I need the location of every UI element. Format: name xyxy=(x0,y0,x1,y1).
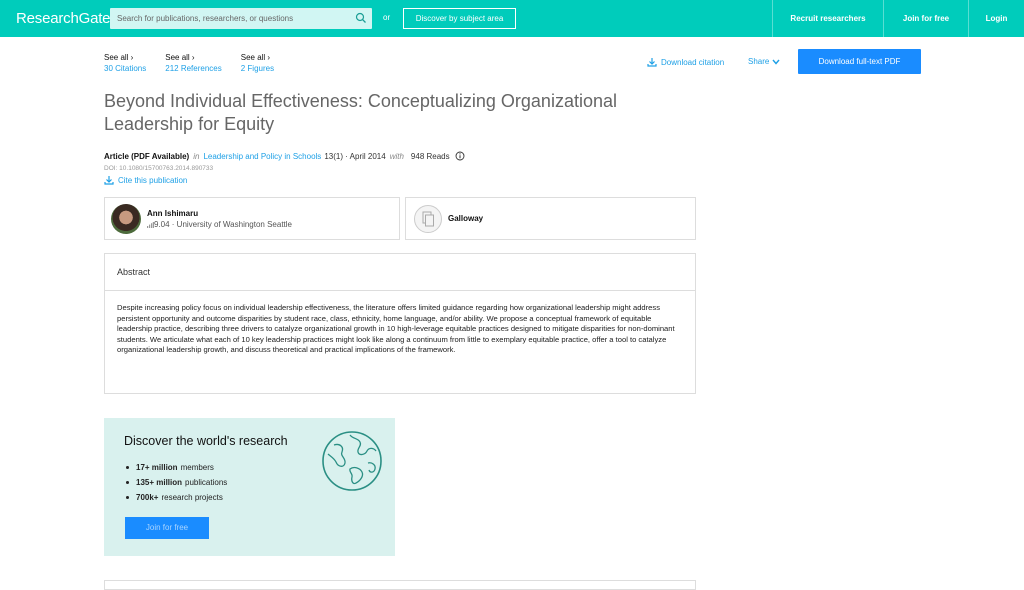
researchgate-logo[interactable]: ResearchGate xyxy=(16,10,111,27)
see-all-link[interactable]: See all › xyxy=(241,53,274,62)
publication-stats: See all › 30 Citations See all › 212 Ref… xyxy=(104,53,293,73)
issue-date: 13(1) · April 2014 xyxy=(324,151,386,161)
list-item: 17+ million members xyxy=(126,463,227,472)
citations-stat[interactable]: See all › 30 Citations xyxy=(104,53,146,73)
stat-value: 700k+ xyxy=(136,493,159,502)
search-icon[interactable] xyxy=(355,12,367,24)
see-all-link[interactable]: See all › xyxy=(165,53,221,62)
abstract-card: Abstract Despite increasing policy focus… xyxy=(104,253,696,394)
author-name[interactable]: Galloway xyxy=(448,214,483,223)
recruit-researchers-link[interactable]: Recruit researchers xyxy=(772,0,883,37)
globe-icon xyxy=(322,431,382,491)
author-affiliation: 9.04 · University of Washington Seattle xyxy=(147,220,292,229)
publication-meta: Article (PDF Available) in Leadership an… xyxy=(104,151,465,161)
abstract-text: Despite increasing policy focus on indiv… xyxy=(117,303,675,355)
publication-title: Beyond Individual Effectiveness: Concept… xyxy=(104,91,617,134)
list-item: 700k+ research projects xyxy=(126,493,227,502)
journal-link[interactable]: Leadership and Policy in Schools xyxy=(203,152,321,161)
references-stat[interactable]: See all › 212 References xyxy=(165,53,221,73)
reads-count: 948 Reads xyxy=(410,151,450,161)
with-label: with xyxy=(389,151,404,161)
next-section-card xyxy=(104,580,696,590)
document-icon xyxy=(422,211,434,227)
stat-label: publications xyxy=(185,478,228,487)
download-citation-link[interactable]: Download citation xyxy=(647,57,724,67)
publication-type: Article (PDF Available) xyxy=(104,151,190,161)
join-for-free-link[interactable]: Join for free xyxy=(883,0,968,37)
figures-stat[interactable]: See all › 2 Figures xyxy=(241,53,274,73)
abstract-heading: Abstract xyxy=(105,254,695,291)
stat-value: 17+ million xyxy=(136,463,178,472)
cite-label: Cite this publication xyxy=(118,175,188,185)
see-all-link[interactable]: See all › xyxy=(104,53,146,62)
promo-stats-list: 17+ million members 135+ million publicati… xyxy=(126,463,227,508)
stat-label: members xyxy=(180,463,214,472)
affiliation-text: 9.04 · University of Washington Seattle xyxy=(154,220,292,229)
share-label: Share xyxy=(748,57,770,66)
stat-value: 135+ million xyxy=(136,478,183,487)
info-icon[interactable] xyxy=(455,151,465,161)
author-card[interactable]: Galloway xyxy=(405,197,696,240)
discover-by-subject-button[interactable]: Discover by subject area xyxy=(403,8,516,29)
list-item: 135+ million publications xyxy=(126,478,227,487)
avatar-placeholder[interactable] xyxy=(414,205,442,233)
promo-title: Discover the world's research xyxy=(124,434,288,448)
chevron-down-icon xyxy=(772,59,780,65)
references-count[interactable]: 212 References xyxy=(165,64,221,73)
score-bars-icon xyxy=(147,221,154,228)
stat-label: research projects xyxy=(161,493,223,502)
figures-count[interactable]: 2 Figures xyxy=(241,64,274,73)
cite-this-publication-link[interactable]: Cite this publication xyxy=(104,175,187,185)
login-link[interactable]: Login xyxy=(968,0,1024,37)
citations-count[interactable]: 30 Citations xyxy=(104,64,146,73)
download-icon xyxy=(647,58,657,67)
doi: DOI: 10.1080/15700763.2014.890733 xyxy=(104,165,214,172)
top-navigation-bar: ResearchGate or Discover by subject area… xyxy=(0,0,1024,37)
avatar[interactable] xyxy=(111,204,141,234)
author-name[interactable]: Ann Ishimaru xyxy=(147,209,198,218)
share-dropdown[interactable]: Share xyxy=(748,57,780,66)
in-label: in xyxy=(193,151,200,161)
join-for-free-button[interactable]: Join for free xyxy=(125,517,209,539)
download-citation-label: Download citation xyxy=(661,57,725,67)
author-card[interactable]: Ann Ishimaru 9.04 · University of Washin… xyxy=(104,197,400,240)
or-separator: or xyxy=(383,13,391,22)
download-full-text-pdf-button[interactable]: Download full-text PDF xyxy=(798,49,921,74)
discover-research-promo: Discover the world's research 17+ millio… xyxy=(104,418,395,556)
search-box[interactable] xyxy=(110,8,372,29)
download-icon xyxy=(104,176,114,185)
search-input[interactable] xyxy=(110,8,350,29)
top-right-links: Recruit researchers Join for free Login xyxy=(772,0,1024,37)
